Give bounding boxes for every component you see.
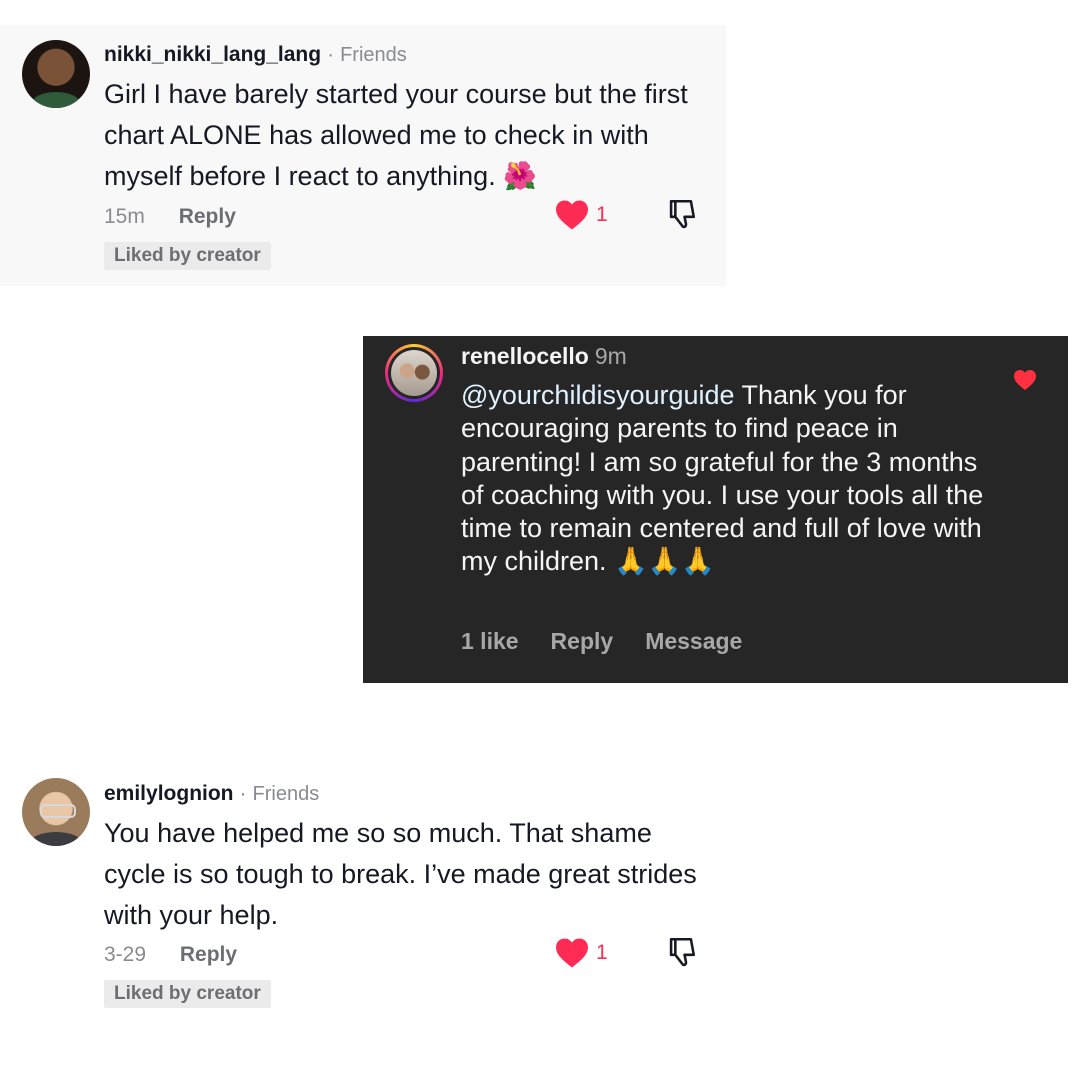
- heart-icon: [556, 200, 588, 230]
- mention-link[interactable]: @yourchildisyourguide: [461, 380, 735, 410]
- comment-card-emily: emilylognion · Friends You have helped me …: [0, 763, 726, 1028]
- dislike-icon[interactable]: [664, 935, 698, 969]
- reply-button[interactable]: Reply: [551, 628, 614, 654]
- dislike-icon[interactable]: [664, 197, 698, 231]
- comment-text: Girl I have barely started your course b…: [104, 79, 688, 192]
- heart-icon: [556, 938, 588, 968]
- comment-text: You have helped me so so much. That sham…: [104, 818, 697, 930]
- like-count: 1: [596, 203, 608, 226]
- separator-dot: ·: [239, 782, 247, 805]
- like-button[interactable]: 1: [554, 199, 608, 231]
- avatar[interactable]: [22, 40, 90, 108]
- heart-icon[interactable]: [1013, 369, 1037, 391]
- avatar[interactable]: [385, 344, 443, 402]
- comment-time: 3-29: [104, 943, 147, 966]
- avatar[interactable]: [22, 778, 90, 846]
- comment-username[interactable]: emilylognion: [104, 782, 234, 805]
- message-button[interactable]: Message: [645, 628, 742, 654]
- friends-label: Friends: [252, 783, 320, 805]
- hibiscus-emoji: 🌺: [503, 161, 537, 192]
- comment-card-renellocello: renellocello 9m @yourchildisyourguide Tha…: [363, 336, 1068, 683]
- comment-username[interactable]: renellocello: [461, 343, 589, 369]
- liked-by-creator-badge: Liked by creator: [104, 242, 271, 270]
- likes-count-link[interactable]: 1 like: [461, 628, 519, 654]
- like-count: 1: [596, 941, 608, 964]
- comment-card-nikki: nikki_nikki_lang_lang · Friends Girl I hav…: [0, 25, 726, 286]
- praying-hands-emoji: 🙏🙏🙏: [614, 546, 715, 578]
- comment-time: 9m: [594, 343, 627, 369]
- friends-label: Friends: [340, 44, 407, 66]
- comment-time: 15m: [104, 205, 145, 228]
- reply-button[interactable]: Reply: [179, 205, 236, 228]
- comment-username[interactable]: nikki_nikki_lang_lang: [104, 43, 321, 66]
- liked-by-creator-badge: Liked by creator: [104, 980, 271, 1008]
- comment-text: @yourchildisyourguide Thank you for enco…: [461, 380, 984, 578]
- separator-dot: ·: [327, 43, 335, 66]
- like-button[interactable]: 1: [554, 937, 608, 969]
- reply-button[interactable]: Reply: [180, 943, 237, 966]
